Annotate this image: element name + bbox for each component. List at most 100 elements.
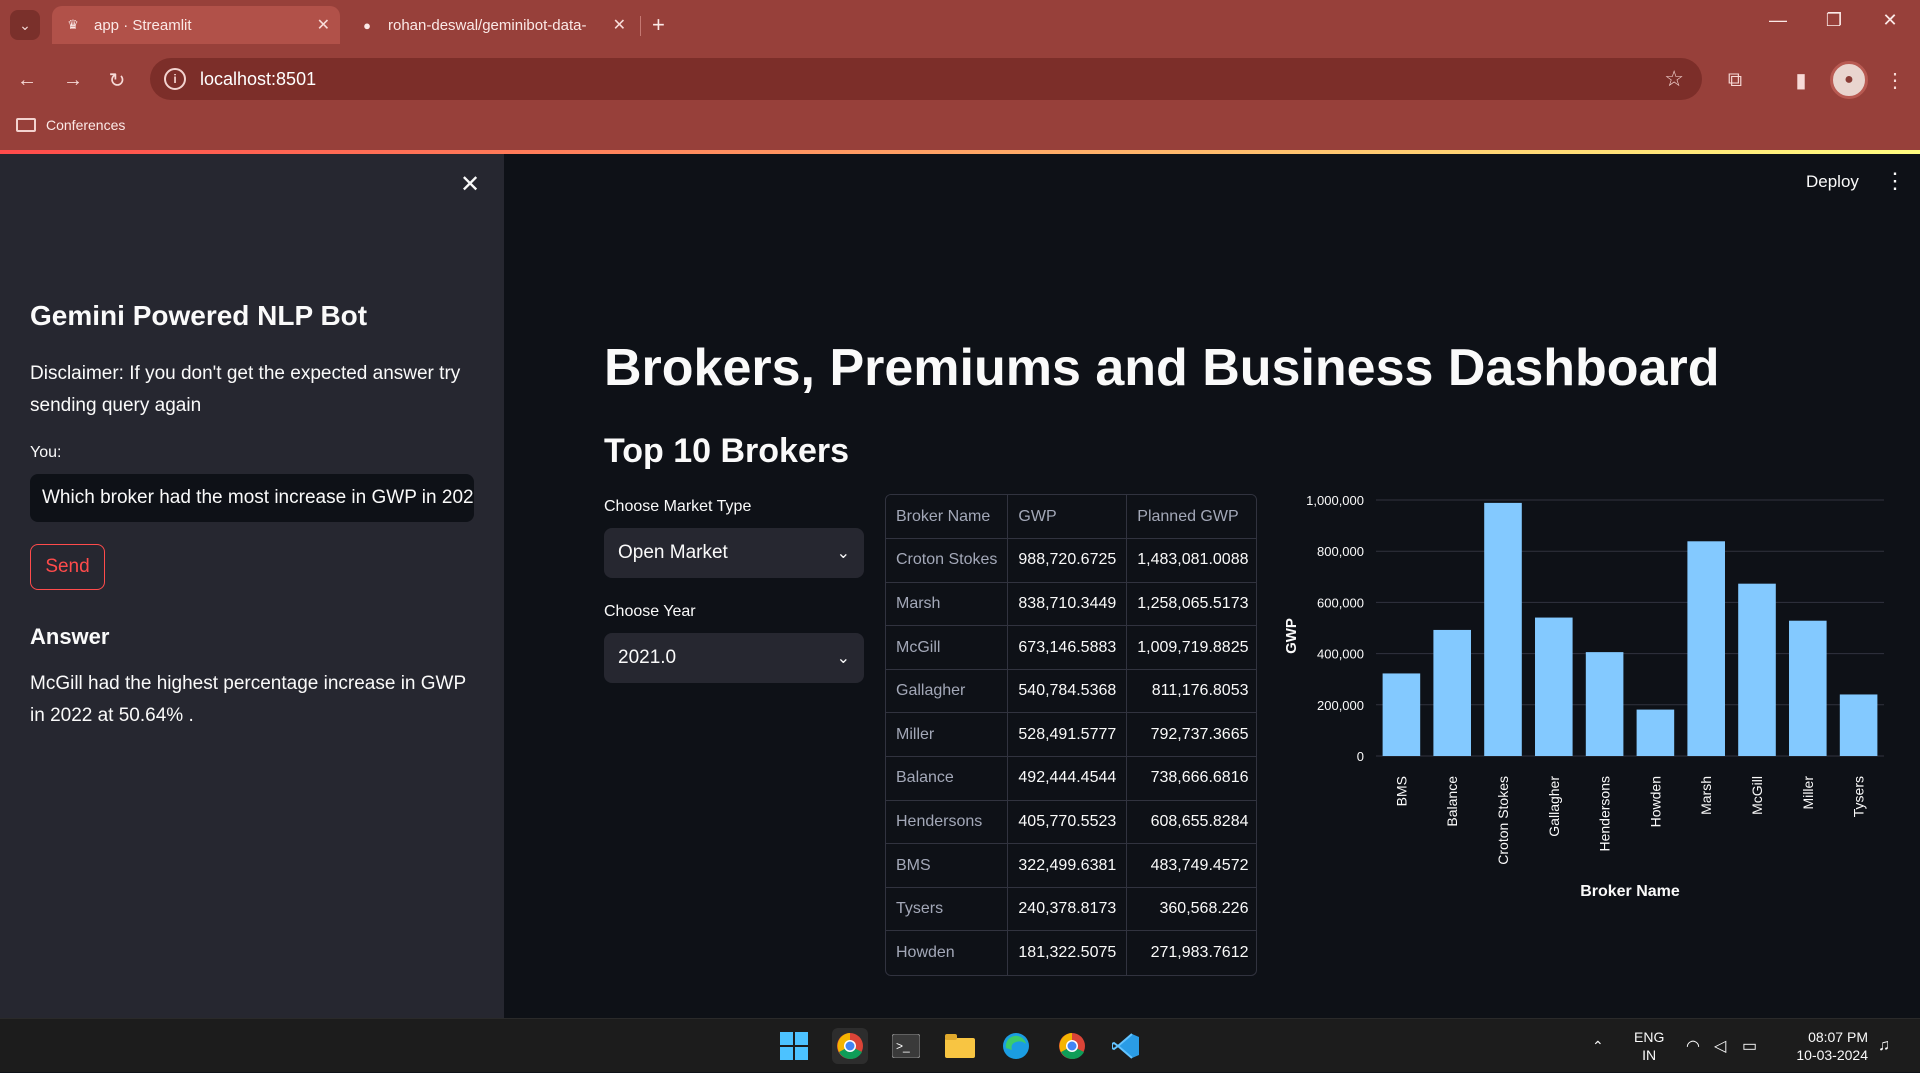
address-bar[interactable]: i localhost:8501 ☆ (150, 58, 1702, 100)
broker-name-cell[interactable]: Howden (886, 930, 1009, 975)
y-tick-label: 400,000 (1317, 647, 1364, 662)
close-icon[interactable]: ✕ (613, 15, 626, 35)
edge-icon[interactable] (998, 1028, 1034, 1064)
broker-name-cell[interactable]: Miller (886, 712, 1009, 758)
close-icon[interactable]: ✕ (317, 15, 330, 35)
gwp-cell[interactable]: 838,710.3449 (1007, 582, 1128, 627)
tab-github[interactable]: ● rohan-deswal/geminibot-data- ✕ (346, 6, 636, 44)
broker-name-cell[interactable]: Hendersons (886, 800, 1009, 845)
planned-gwp-cell[interactable]: 360,568.226 (1126, 887, 1256, 932)
broker-name-cell[interactable]: Marsh (886, 582, 1009, 627)
forward-icon[interactable]: → (58, 65, 88, 95)
column-header[interactable]: Planned GWP (1126, 495, 1256, 540)
y-tick-label: 200,000 (1317, 698, 1364, 713)
planned-gwp-cell[interactable]: 1,483,081.0088 (1126, 538, 1256, 583)
gwp-cell[interactable]: 181,322.5075 (1007, 930, 1128, 975)
table-row[interactable]: Gallagher 540,784.5368 811,176.8053 (886, 669, 1256, 714)
browser-menu-icon[interactable]: ⋮ (1880, 65, 1910, 95)
query-label: You: (30, 444, 62, 461)
table-row[interactable]: Croton Stokes 988,720.6725 1,483,081.0088 (886, 538, 1256, 583)
planned-gwp-cell[interactable]: 1,009,719.8825 (1126, 625, 1256, 670)
answer-heading: Answer (30, 624, 110, 649)
gwp-cell[interactable]: 492,444.4544 (1007, 756, 1128, 801)
year-select[interactable]: 2021.0 ⌄ (604, 633, 864, 683)
back-icon[interactable]: ← (12, 65, 42, 95)
gwp-cell[interactable]: 528,491.5777 (1007, 712, 1128, 758)
planned-gwp-cell[interactable]: 811,176.8053 (1126, 669, 1256, 714)
column-header[interactable]: Broker Name (886, 495, 1009, 540)
planned-gwp-cell[interactable]: 608,655.8284 (1126, 800, 1256, 845)
profile-avatar[interactable]: ● (1830, 61, 1868, 99)
bar (1433, 629, 1471, 756)
close-sidebar-icon[interactable]: ✕ (460, 170, 480, 199)
broker-name-cell[interactable]: McGill (886, 625, 1009, 670)
x-tick-label: Marsh (1698, 776, 1714, 815)
broker-name-cell[interactable]: Gallagher (886, 669, 1009, 714)
broker-name-cell[interactable]: Balance (886, 756, 1009, 801)
tab-search-icon[interactable]: ⌄ (10, 10, 40, 40)
y-tick-label: 0 (1357, 749, 1364, 764)
terminal-icon[interactable]: >_ (888, 1028, 924, 1064)
window-close-icon[interactable]: ✕ (1870, 10, 1910, 31)
table-row[interactable]: Miller 528,491.5777 792,737.3665 (886, 712, 1256, 758)
table-row[interactable]: Hendersons 405,770.5523 608,655.8284 (886, 800, 1256, 845)
bar (1687, 541, 1725, 756)
gwp-cell[interactable]: 673,146.5883 (1007, 625, 1128, 670)
windows-start-icon[interactable] (776, 1028, 812, 1064)
broker-name-cell[interactable]: Tysers (886, 887, 1009, 932)
new-tab-button[interactable]: + (652, 12, 665, 38)
table-row[interactable]: McGill 673,146.5883 1,009,719.8825 (886, 625, 1256, 670)
site-info-icon[interactable]: i (164, 68, 186, 90)
deploy-button[interactable]: Deploy (1806, 172, 1859, 192)
broker-name-cell[interactable]: BMS (886, 843, 1009, 888)
query-input[interactable]: Which broker had the most increase in GW… (30, 474, 474, 522)
minimize-icon[interactable]: — (1758, 10, 1798, 31)
tab-streamlit[interactable]: ♛ app · Streamlit ✕ (52, 6, 340, 44)
x-axis-title: Broker Name (1580, 883, 1680, 900)
y-tick-label: 1,000,000 (1306, 493, 1364, 508)
wifi-icon[interactable]: ◠ (1686, 1019, 1700, 1073)
year-label: Choose Year (604, 603, 696, 620)
market-type-label: Choose Market Type (604, 498, 752, 515)
broker-name-cell[interactable]: Croton Stokes (886, 538, 1009, 583)
bookmark-conferences[interactable]: Conferences (46, 117, 125, 133)
send-button[interactable]: Send (30, 544, 105, 590)
bookmark-star-icon[interactable]: ☆ (1664, 66, 1684, 92)
table-row[interactable]: Balance 492,444.4544 738,666.6816 (886, 756, 1256, 801)
market-type-value: Open Market (618, 542, 728, 563)
planned-gwp-cell[interactable]: 483,749.4572 (1126, 843, 1256, 888)
table-header-row: Broker Name GWP Planned GWP (886, 495, 1256, 540)
vscode-icon[interactable] (1108, 1028, 1144, 1064)
tray-chevron-icon[interactable]: ⌃ (1592, 1019, 1604, 1073)
planned-gwp-cell[interactable]: 1,258,065.5173 (1126, 582, 1256, 627)
column-header[interactable]: GWP (1007, 495, 1128, 540)
gwp-cell[interactable]: 405,770.5523 (1007, 800, 1128, 845)
app-menu-icon[interactable]: ⋮ (1884, 168, 1906, 194)
table-row[interactable]: Marsh 838,710.3449 1,258,065.5173 (886, 582, 1256, 627)
volume-icon[interactable]: ◁ (1714, 1019, 1726, 1073)
extensions-icon[interactable]: ⧉ (1720, 65, 1750, 95)
clock[interactable]: 08:07 PM 10-03-2024 (1786, 1019, 1868, 1073)
table-row[interactable]: BMS 322,499.6381 483,749.4572 (886, 843, 1256, 888)
restore-icon[interactable]: ❐ (1814, 10, 1854, 31)
planned-gwp-cell[interactable]: 271,983.7612 (1127, 931, 1256, 975)
gwp-cell[interactable]: 322,499.6381 (1007, 843, 1128, 888)
planned-gwp-cell[interactable]: 792,737.3665 (1126, 712, 1256, 758)
x-tick-label: Gallagher (1546, 776, 1562, 837)
chrome-icon[interactable] (832, 1028, 868, 1064)
gwp-cell[interactable]: 240,378.8173 (1007, 887, 1128, 932)
market-type-select[interactable]: Open Market ⌄ (604, 528, 864, 578)
brokers-table[interactable]: Broker Name GWP Planned GWP Croton Stoke… (885, 494, 1257, 976)
file-explorer-icon[interactable] (942, 1028, 978, 1064)
chrome-profile-icon[interactable] (1054, 1028, 1090, 1064)
side-panel-icon[interactable]: ▮ (1786, 65, 1816, 95)
notification-bell-icon[interactable]: ♫ (1878, 1019, 1890, 1073)
language-indicator[interactable]: ENG IN (1634, 1019, 1664, 1073)
table-row[interactable]: Howden 181,322.5075 271,983.7612 (886, 930, 1256, 975)
battery-icon[interactable]: ▭ (1742, 1019, 1757, 1073)
gwp-cell[interactable]: 988,720.6725 (1007, 538, 1128, 583)
reload-icon[interactable]: ↻ (102, 65, 132, 95)
gwp-cell[interactable]: 540,784.5368 (1007, 669, 1128, 714)
table-row[interactable]: Tysers 240,378.8173 360,568.226 (886, 887, 1256, 932)
planned-gwp-cell[interactable]: 738,666.6816 (1126, 756, 1256, 801)
